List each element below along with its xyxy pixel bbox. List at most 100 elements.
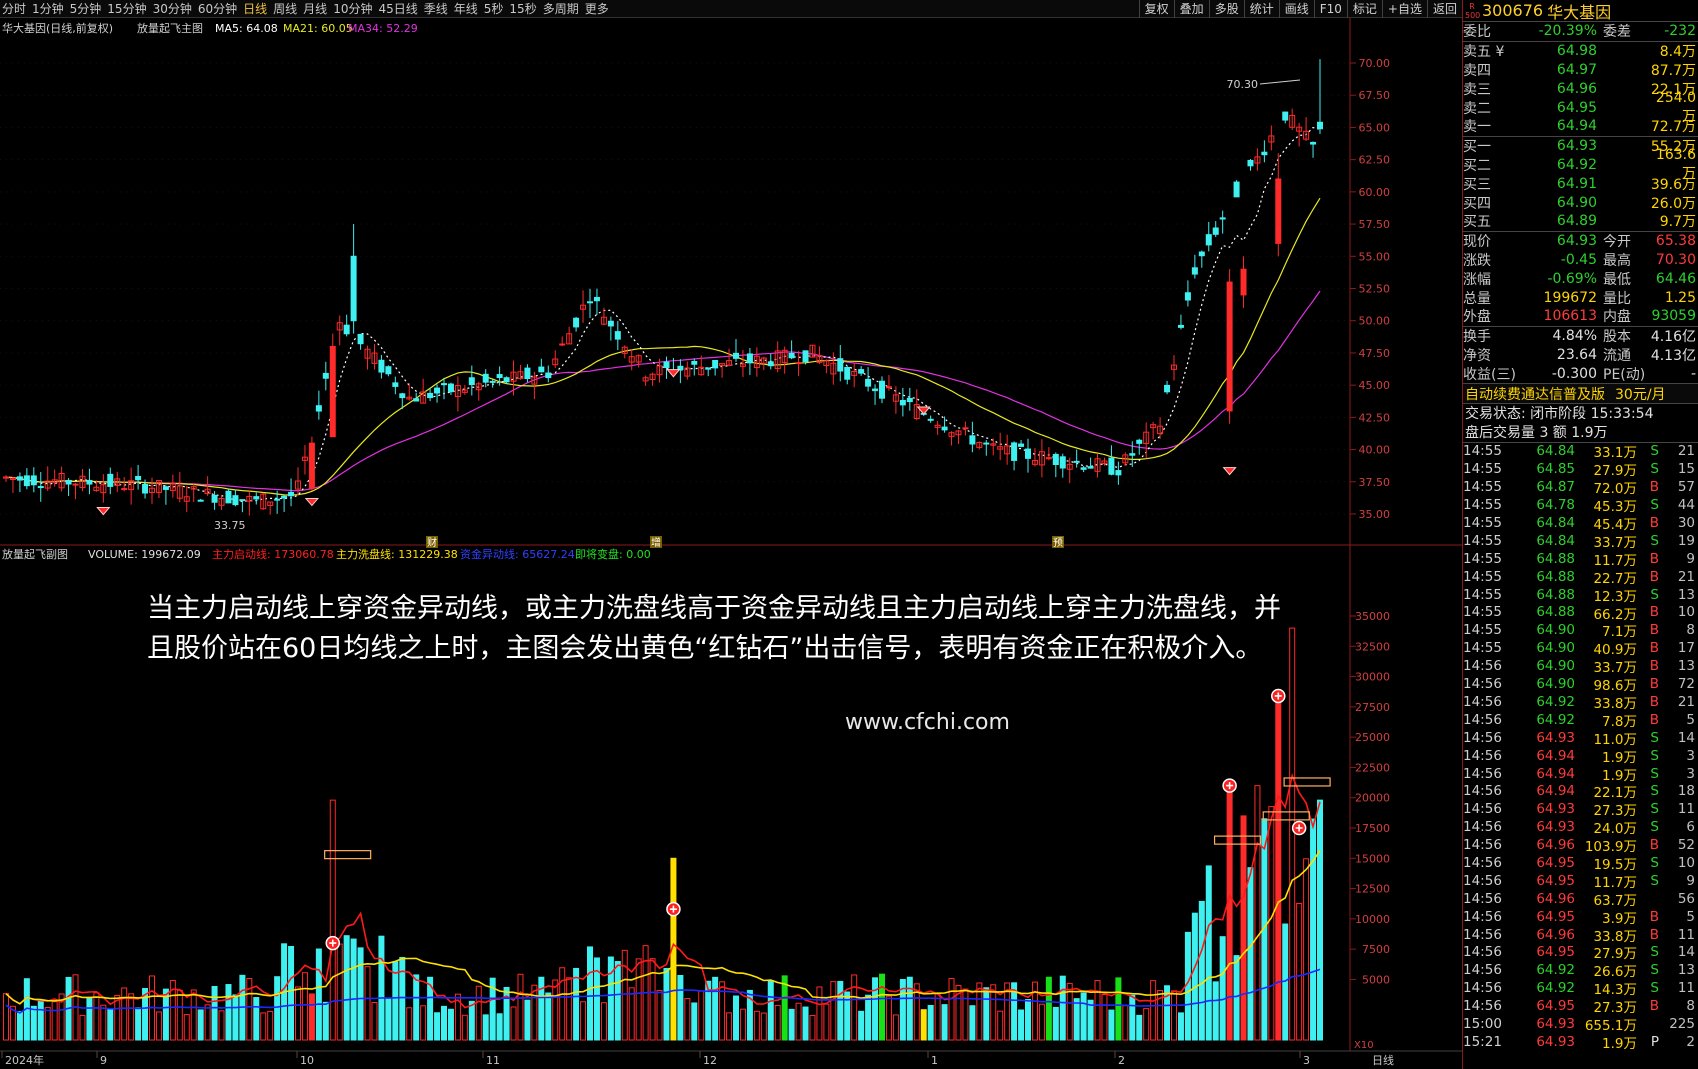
candle-body (447, 383, 454, 393)
candle-body (86, 479, 93, 485)
tool-button[interactable]: +自选 (1381, 0, 1427, 18)
tick-time: 14:55 (1463, 479, 1502, 496)
volume-bar (322, 1001, 329, 1041)
period-tab[interactable]: 45日线 (378, 0, 423, 18)
volume-bar (691, 1002, 698, 1041)
period-tab[interactable]: 15分钟 (107, 0, 152, 18)
x-label: 12 (703, 1054, 717, 1067)
candle-body (1198, 251, 1205, 257)
volume-tick-label: 20000 (1355, 792, 1390, 805)
period-tab[interactable]: 5秒 (484, 0, 510, 18)
tick-count: 11 (1677, 980, 1695, 997)
line3-label: 资金异动线: 65627.24 (460, 547, 575, 561)
period-tab[interactable]: 15秒 (509, 0, 542, 18)
row-label: 卖二 (1463, 100, 1491, 117)
r500-badge: R 500 (1465, 1, 1481, 20)
tick-side: B (1649, 658, 1659, 675)
period-tab[interactable]: 1分钟 (32, 0, 70, 18)
tick-count: 3 (1686, 747, 1695, 764)
volume-bar (1018, 1009, 1025, 1041)
diamond-signal (96, 507, 111, 516)
candle-body (427, 392, 434, 399)
tick-side: S (1650, 980, 1659, 997)
volume-bar (552, 979, 559, 1041)
volume-bar (1254, 785, 1261, 1041)
period-tab[interactable]: 10分钟 (333, 0, 378, 18)
candle-body (872, 388, 879, 392)
volume-bar (93, 992, 100, 1041)
row-label: 买五 (1463, 214, 1491, 231)
period-tab[interactable]: 周线 (273, 0, 303, 18)
x-label: 2 (1118, 1054, 1125, 1067)
tick-count: 15 (1677, 461, 1695, 478)
row-label: 买二 (1463, 157, 1491, 174)
tool-button[interactable]: 标记 (1346, 0, 1382, 18)
tick-row: 14:56 64.90 33.7万 B 13 (1463, 657, 1698, 676)
weibi-label: 委比 (1463, 24, 1491, 41)
tick-count: 21 (1677, 693, 1695, 710)
volume-bar (823, 1003, 830, 1041)
main-indicator: 放量起飞主图 (137, 21, 203, 35)
candle-body (788, 352, 795, 359)
line1-label: 主力启动线: 173060.78 (212, 547, 334, 561)
volume-bar (37, 1000, 44, 1041)
kline-chart[interactable]: 华大基因(日线,前复权) 放量起飞主图 MA5: 64.08 MA21: 60.05M… (0, 18, 1462, 1069)
volume-bar (406, 1007, 413, 1041)
tool-button[interactable]: 统计 (1243, 0, 1279, 18)
candle-body (1261, 151, 1268, 156)
volume-tick-label: 32500 (1355, 640, 1390, 653)
candle-body (705, 367, 712, 370)
volume-bar (260, 1012, 267, 1041)
volume-bar (1136, 1014, 1143, 1041)
tick-row: 14:55 64.78 45.3万 S 44 (1463, 496, 1698, 515)
ad-banner[interactable]: 自动续费通达信普及版 30元/月 (1463, 384, 1698, 404)
candle-body (1310, 141, 1317, 145)
candle-body (593, 296, 600, 302)
tool-button[interactable]: F10 (1313, 0, 1347, 18)
tick-row: 14:56 64.90 98.6万 B 72 (1463, 675, 1698, 694)
tick-list[interactable]: 14:55 64.84 33.1万 S 21 14:55 64.85 27.9万 S 15 14:5… (1463, 443, 1698, 1051)
period-tab[interactable]: 60分钟 (198, 0, 243, 18)
price-tick-label: 70.00 (1359, 57, 1391, 70)
candle-body (1136, 439, 1143, 444)
volume-bar (1296, 902, 1303, 1041)
candle-body (663, 361, 670, 368)
tick-side: S (1650, 819, 1659, 836)
period-tab[interactable]: 更多 (585, 0, 615, 18)
period-tab[interactable]: 季线 (424, 0, 454, 18)
volume-bar (524, 999, 531, 1041)
volume-bar (920, 1009, 927, 1041)
tick-row: 14:56 64.96 63.7万 56 (1463, 890, 1698, 909)
period-tab[interactable]: 年线 (454, 0, 484, 18)
period-tab[interactable]: 多周期 (543, 0, 585, 18)
period-tab[interactable]: 分时 (2, 0, 32, 18)
candle-body (211, 494, 218, 503)
tool-button[interactable]: 返回 (1426, 0, 1462, 18)
volume-bar (378, 935, 385, 1041)
price-tick-label: 52.50 (1359, 283, 1391, 296)
bid-book: 买一 64.93 55.2万 买二 64.92 163.6万 买三 64.91 39.6万 买四 6… (1463, 137, 1698, 232)
period-tab[interactable]: 5分钟 (70, 0, 108, 18)
tool-button[interactable]: 叠加 (1173, 0, 1209, 18)
period-tab[interactable]: 30分钟 (153, 0, 198, 18)
candle-body (30, 475, 37, 486)
ma5-label: MA5: 64.08 (215, 22, 278, 35)
period-tab[interactable]: 月线 (303, 0, 333, 18)
volume-bar (1150, 980, 1157, 1041)
tick-row: 14:56 64.92 7.8万 B 5 (1463, 711, 1698, 730)
tick-price: 64.94 (1536, 747, 1575, 764)
period-tab[interactable]: 日线 (243, 0, 273, 18)
tick-row: 14:56 64.96 103.9万 B 52 (1463, 836, 1698, 855)
tool-button[interactable]: 复权 (1138, 0, 1174, 18)
tool-button[interactable]: 多股 (1208, 0, 1244, 18)
high-label: 70.30 (1227, 78, 1259, 91)
tool-buttons: 复权 叠加 多股 统计 画线 F10 标记 +自选 返回 (1138, 0, 1462, 18)
tick-count: 19 (1677, 532, 1695, 549)
tool-button[interactable]: 画线 (1278, 0, 1314, 18)
volume-bar (232, 994, 239, 1041)
tick-price: 64.90 (1536, 622, 1575, 639)
candle-body (225, 490, 232, 504)
price-tick-label: 67.50 (1359, 89, 1391, 102)
row-value: 64.96 (1556, 80, 1597, 97)
tick-price: 64.96 (1536, 926, 1575, 943)
